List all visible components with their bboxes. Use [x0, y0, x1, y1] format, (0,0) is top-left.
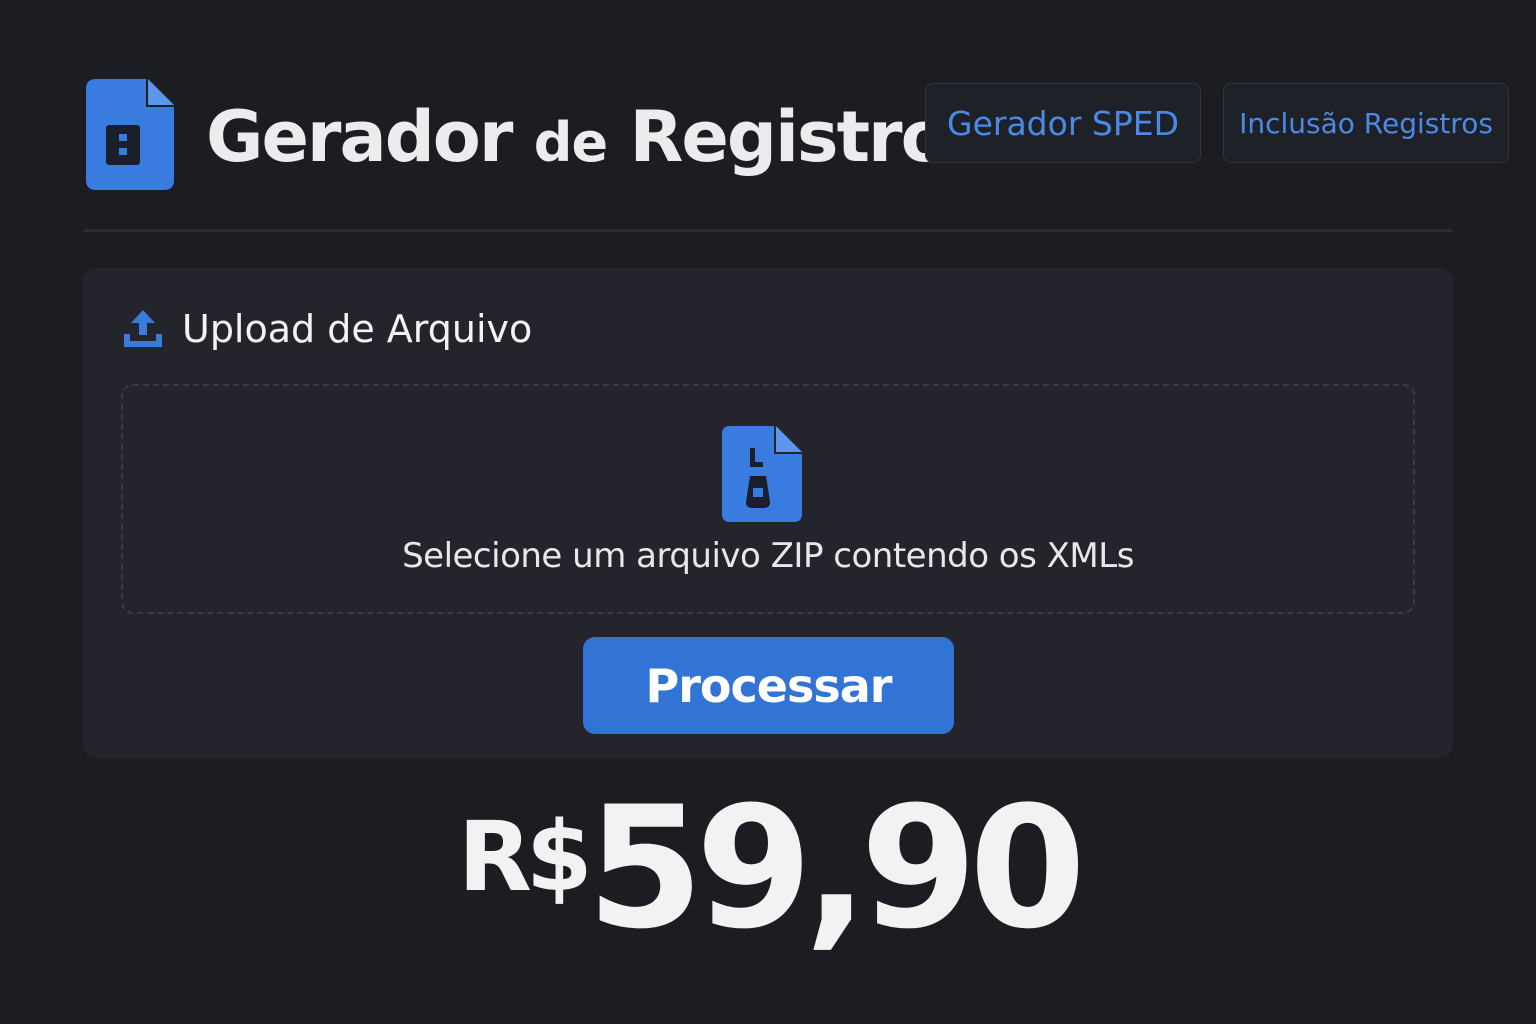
gerador-sped-button[interactable]: Gerador SPED — [925, 83, 1201, 163]
dropzone-instructions: Selecione um arquivo ZIP contendo os XML… — [402, 536, 1134, 576]
file-dropzone[interactable]: Selecione um arquivo ZIP contendo os XML… — [121, 384, 1415, 614]
upload-card: Upload de Arquivo Selecione um arquivo Z… — [83, 268, 1453, 758]
price-amount: 59,90 — [586, 770, 1086, 966]
upload-title: Upload de Arquivo — [182, 307, 533, 351]
price-display: R$59,90 — [0, 770, 1536, 966]
price-currency: R$ — [457, 801, 593, 913]
header-divider — [83, 229, 1453, 232]
page-title: Gerador de Registros — [206, 92, 988, 188]
upload-icon — [124, 310, 162, 347]
title-word-1: Gerador — [206, 96, 513, 178]
document-icon — [86, 79, 174, 190]
title-word-2: de — [533, 111, 608, 174]
inclusao-registros-button[interactable]: Inclusão Registros — [1223, 83, 1509, 163]
zip-file-icon — [722, 426, 802, 522]
process-button[interactable]: Processar — [583, 637, 954, 734]
